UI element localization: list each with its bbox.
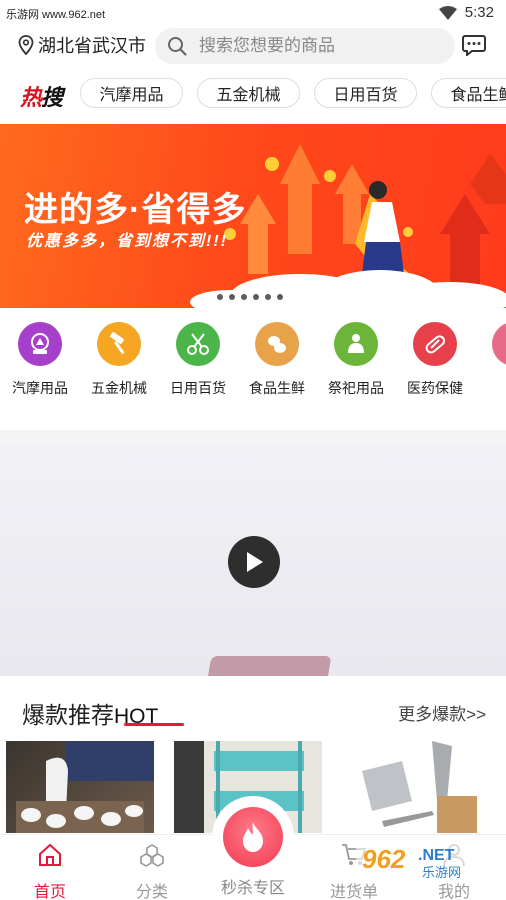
banner-subtitle: 优惠多多，省到想不到!!!: [26, 233, 228, 250]
category-hardware[interactable]: 五金机械: [82, 322, 156, 398]
hot-chip-auto[interactable]: 汽摩用品: [80, 78, 183, 108]
pagination-dot[interactable]: [252, 293, 260, 301]
flash-sale-button[interactable]: [212, 796, 294, 878]
hot-chip-hardware[interactable]: 五金机械: [197, 78, 300, 108]
clock: 5:32: [464, 4, 494, 21]
pagination-dot[interactable]: [240, 293, 248, 301]
category-label: 家: [477, 378, 506, 398]
hot-products-header: 爆款推荐HOT 更多爆款>>: [0, 690, 506, 730]
watermark-text: 乐游网 www.962.net: [6, 9, 106, 21]
pagination-dot[interactable]: [276, 293, 284, 301]
site-watermark-logo: 962 .NET 乐游网: [356, 838, 502, 882]
top-bar: 湖北省武汉市: [0, 26, 506, 66]
location-pin-icon: [18, 35, 34, 55]
pagination-dot[interactable]: [228, 293, 236, 301]
home-icon: [492, 322, 506, 366]
tab-home[interactable]: 首页: [10, 843, 90, 900]
category-icon: [140, 844, 164, 867]
hot-search-logo: 热搜: [20, 85, 63, 110]
product-knife-set[interactable]: [342, 741, 490, 833]
section-divider: [0, 430, 506, 444]
video-player[interactable]: [0, 444, 506, 676]
category-home[interactable]: 家: [477, 322, 506, 398]
flash-sale-label: 秒杀专区: [220, 880, 285, 897]
flame-icon: [243, 822, 263, 852]
category-daily[interactable]: 日用百货: [161, 322, 235, 398]
category-label: 汽摩用品: [12, 380, 68, 396]
category-label: 食品生鲜: [249, 380, 305, 396]
category-label: 祭祀用品: [328, 380, 384, 396]
car-globe-icon: [18, 322, 62, 366]
banner-title: 进的多·省得多: [24, 191, 247, 229]
tab-label: 首页: [33, 884, 66, 900]
promo-banner[interactable]: 进的多·省得多 优惠多多，省到想不到!!!: [0, 124, 506, 308]
tab-category[interactable]: 分类: [112, 843, 192, 900]
location-label: 湖北省武汉市: [38, 36, 146, 56]
category-row: 汽摩用品 五金机械 日用百货 食品生鲜 祭祀用品 医药保健 家: [0, 318, 506, 404]
pagination-dot[interactable]: [264, 293, 272, 301]
svg-text:.NET: .NET: [418, 847, 455, 864]
tab-label: 分类: [135, 884, 168, 900]
location-selector[interactable]: 湖北省武汉市: [18, 32, 146, 58]
search-icon: [168, 37, 187, 56]
hot-chip-food[interactable]: 食品生鲜: [431, 78, 506, 108]
banner-pagination: [216, 293, 284, 301]
status-bar: 乐游网 www.962.net 5:32: [0, 0, 506, 26]
category-label: 医药保健: [407, 380, 463, 396]
tea-set-image: [16, 741, 154, 833]
search-input[interactable]: [199, 36, 439, 56]
home-icon: [39, 843, 61, 866]
hot-chip-daily[interactable]: 日用百货: [314, 78, 417, 108]
play-icon: [247, 552, 263, 572]
hammer-icon: [97, 322, 141, 366]
product-tea-set[interactable]: [6, 741, 154, 833]
buddha-icon: [334, 322, 378, 366]
pill-icon: [413, 322, 457, 366]
more-hot-link[interactable]: 更多爆款>>: [398, 700, 486, 725]
wifi-icon: [438, 5, 457, 20]
search-bar[interactable]: [155, 28, 455, 64]
category-worship[interactable]: 祭祀用品: [319, 322, 393, 398]
title-underline: [124, 723, 184, 726]
category-food[interactable]: 食品生鲜: [240, 322, 314, 398]
category-label: 五金机械: [91, 380, 147, 396]
category-label: 日用百货: [170, 380, 226, 396]
svg-text:962: 962: [362, 844, 406, 874]
play-button[interactable]: [228, 536, 280, 588]
message-icon[interactable]: [462, 34, 486, 56]
knife-set-image: [362, 741, 477, 833]
video-frame-object: [204, 656, 332, 676]
peanut-icon: [255, 322, 299, 366]
category-medicine[interactable]: 医药保健: [398, 322, 472, 398]
hot-search-row: 热搜 汽摩用品 五金机械 日用百货 食品生鲜: [0, 76, 506, 112]
scissors-icon: [176, 322, 220, 366]
pagination-dot[interactable]: [216, 293, 224, 301]
category-auto[interactable]: 汽摩用品: [3, 322, 77, 398]
svg-text:乐游网: 乐游网: [422, 865, 461, 880]
